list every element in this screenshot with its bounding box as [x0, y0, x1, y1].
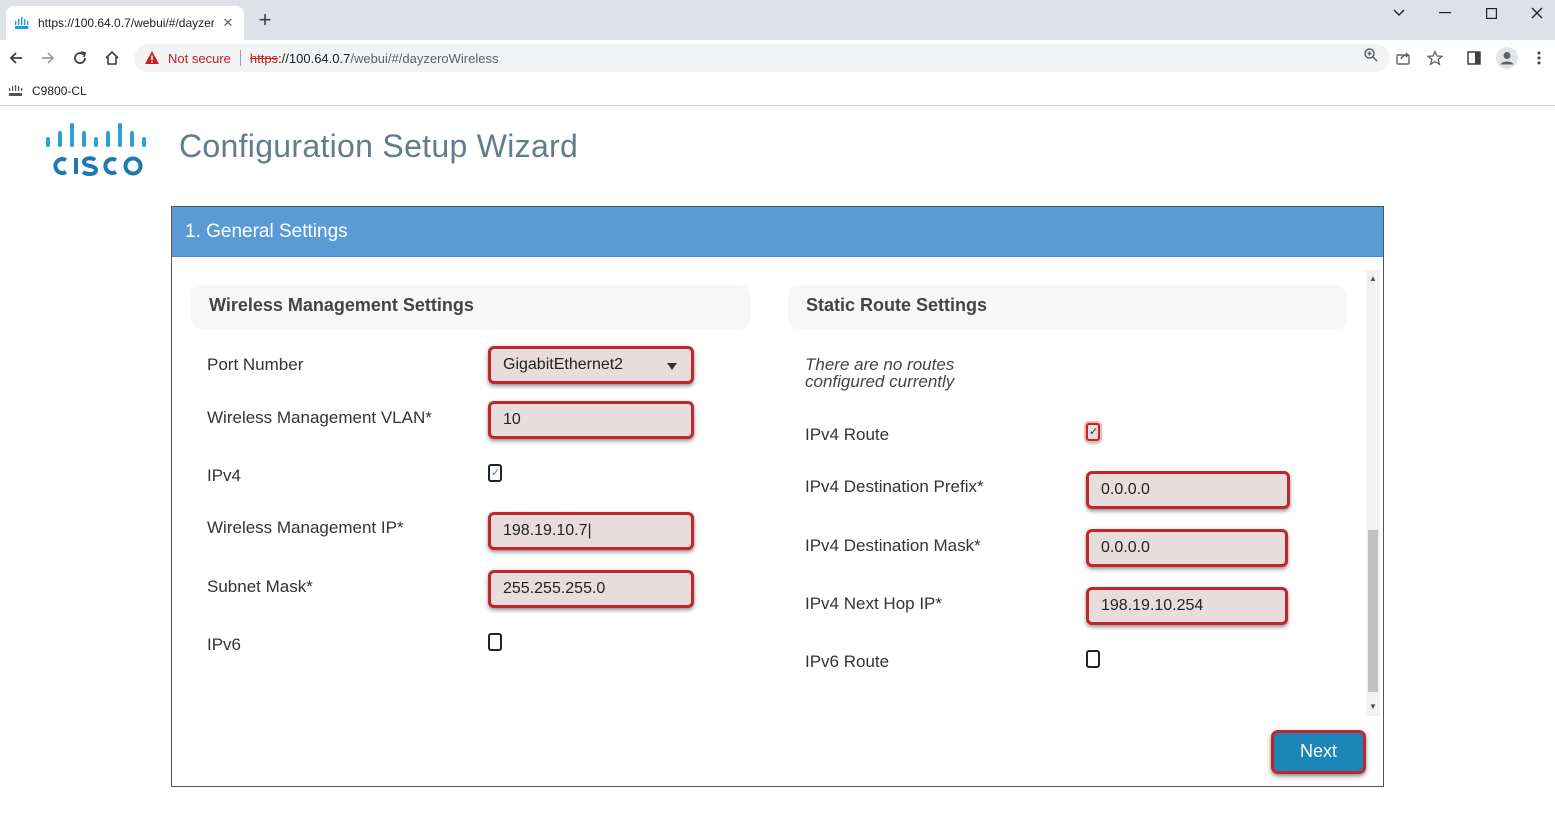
- vlan-input[interactable]: 10: [488, 401, 694, 439]
- address-bar[interactable]: Not secure https://100.64.0.7/webui/#/da…: [134, 44, 1390, 72]
- management-ip-input[interactable]: 198.19.10.7|: [488, 512, 694, 550]
- menu-kebab-icon[interactable]: [1527, 46, 1551, 70]
- home-icon[interactable]: [100, 46, 124, 70]
- wizard-step-header: 1. General Settings: [172, 207, 1383, 257]
- profile-avatar-icon[interactable]: [1495, 46, 1519, 70]
- new-tab-button[interactable]: +: [254, 9, 276, 32]
- scrollbar-thumb[interactable]: [1368, 530, 1378, 692]
- cisco-bookmark-icon: [9, 84, 23, 96]
- url-path: /webui/#/dayzeroWireless: [350, 50, 499, 66]
- scroll-up-icon[interactable]: ▲: [1366, 272, 1380, 286]
- no-routes-line-1: There are no routes: [805, 355, 955, 374]
- check-icon: ✓: [491, 467, 501, 479]
- step-title: 1. General Settings: [185, 221, 348, 242]
- bookmark-c9800-cl[interactable]: C9800-CL: [32, 84, 87, 98]
- browser-toolbar: Not secure https://100.64.0.7/webui/#/da…: [0, 40, 1555, 76]
- ipv6-label: IPv6: [207, 635, 242, 654]
- back-icon[interactable]: [4, 46, 28, 70]
- check-icon: ✓: [1089, 426, 1099, 438]
- share-icon[interactable]: [1391, 46, 1415, 70]
- ipv4-label: IPv4: [207, 466, 242, 485]
- chevron-down-icon: [667, 363, 677, 370]
- ipv4-route-checkbox[interactable]: ✓: [1086, 423, 1100, 441]
- page-title: Configuration Setup Wizard: [179, 128, 579, 164]
- maximize-icon[interactable]: [1468, 0, 1514, 26]
- zoom-icon[interactable]: [1363, 47, 1379, 63]
- ipv6-checkbox[interactable]: [488, 633, 502, 651]
- next-hop-input[interactable]: 198.19.10.254: [1086, 587, 1288, 625]
- port-number-select[interactable]: GigabitEthernet2: [488, 346, 694, 384]
- next-hop-label: IPv4 Next Hop IP*: [805, 594, 943, 613]
- close-window-icon[interactable]: [1514, 0, 1555, 26]
- browser-tab[interactable]: https://100.64.0.7/webui/#/dayzeroWirele…: [6, 6, 244, 40]
- scroll-down-icon[interactable]: ▼: [1366, 700, 1380, 714]
- tab-close-icon[interactable]: ✕: [220, 15, 236, 31]
- dest-mask-label: IPv4 Destination Mask*: [805, 536, 981, 555]
- static-route-section-header: Static Route Settings: [788, 285, 1347, 329]
- url-host: ://100.64.0.7: [278, 50, 351, 66]
- tab-search-icon[interactable]: [1376, 0, 1422, 26]
- not-secure-label[interactable]: Not secure: [168, 51, 231, 66]
- cisco-favicon-icon: [15, 17, 29, 29]
- warning-icon: [145, 51, 159, 64]
- port-number-value: GigabitEthernet2: [503, 356, 624, 373]
- no-routes-message: There are no routes configured currently: [805, 356, 954, 390]
- tab-title: https://100.64.0.7/webui/#/dayzeroWirele…: [38, 16, 214, 30]
- dest-mask-input[interactable]: 0.0.0.0: [1086, 529, 1288, 567]
- no-routes-line-2: configured currently: [805, 372, 955, 391]
- forward-icon[interactable]: [36, 46, 60, 70]
- wireless-section-header: Wireless Management Settings: [191, 285, 750, 329]
- management-ip-label: Wireless Management IP*: [207, 518, 404, 537]
- ipv4-checkbox[interactable]: ✓: [488, 464, 502, 482]
- cisco-logo: [46, 123, 146, 176]
- vlan-label: Wireless Management VLAN*: [207, 408, 432, 427]
- ipv6-route-checkbox[interactable]: [1086, 650, 1100, 668]
- subnet-mask-input[interactable]: 255.255.255.0: [488, 570, 694, 608]
- side-panel-icon[interactable]: [1462, 46, 1486, 70]
- reload-icon[interactable]: [68, 46, 92, 70]
- url-scheme: https: [249, 50, 279, 66]
- address-separator: [239, 50, 241, 66]
- browser-tabstrip: https://100.64.0.7/webui/#/dayzeroWirele…: [0, 0, 1555, 40]
- content-scrollbar[interactable]: ▲ ▼: [1366, 270, 1380, 716]
- bookmark-star-icon[interactable]: [1423, 46, 1447, 70]
- bookmarks-bar: C9800-CL: [0, 76, 1555, 106]
- dest-prefix-input[interactable]: 0.0.0.0: [1086, 471, 1290, 509]
- ipv6-route-label: IPv6 Route: [805, 652, 890, 671]
- ipv4-route-label: IPv4 Route: [805, 425, 890, 444]
- next-button[interactable]: Next: [1271, 730, 1366, 774]
- port-number-label: Port Number: [207, 355, 304, 374]
- subnet-mask-label: Subnet Mask*: [207, 577, 313, 596]
- minimize-icon[interactable]: [1422, 0, 1468, 26]
- dest-prefix-label: IPv4 Destination Prefix*: [805, 477, 984, 496]
